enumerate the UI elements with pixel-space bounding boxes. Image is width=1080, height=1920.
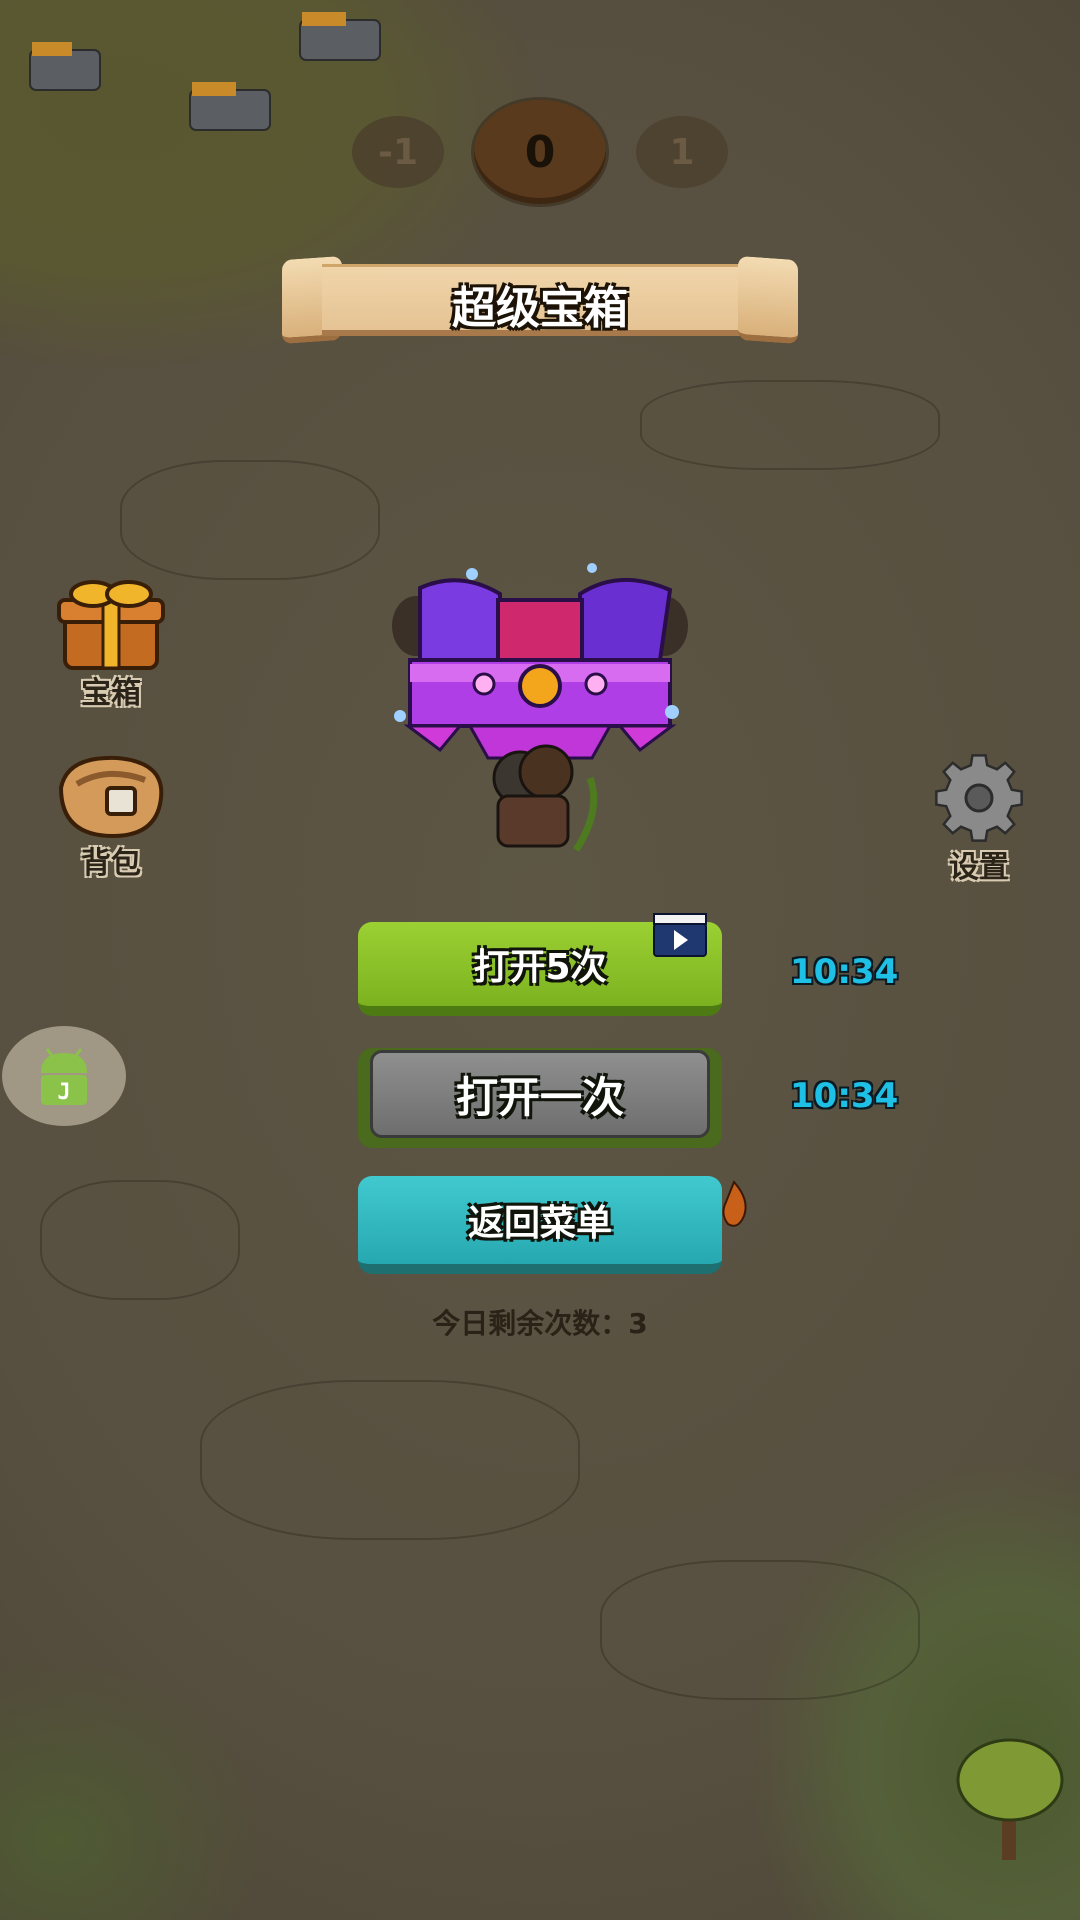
title-banner: 超级宝箱: [282, 255, 798, 345]
ground-crack: [600, 1560, 920, 1700]
fire-decoration: [722, 1180, 747, 1227]
gift-box-icon: [57, 580, 165, 670]
settings-label: 设置: [949, 850, 1009, 885]
video-ad-icon: [653, 913, 707, 957]
treasure-chest-icon: [392, 563, 688, 852]
banner-title: 超级宝箱: [452, 283, 628, 334]
village-decoration: [29, 12, 381, 131]
bag-menu-button[interactable]: 背包: [44, 748, 178, 882]
svg-text:J: J: [57, 1080, 70, 1105]
ground-crack: [200, 1380, 580, 1540]
level-next-button[interactable]: 1: [636, 116, 728, 188]
back-to-menu-label: 返回菜单: [467, 1203, 612, 1244]
back-to-menu-button[interactable]: 返回菜单: [358, 1176, 722, 1274]
level-current-label: 0: [524, 126, 556, 178]
bag-menu-label: 背包: [81, 846, 141, 881]
open-five-timer: 10:34: [790, 952, 899, 992]
chest-menu-label: 宝箱: [81, 676, 141, 711]
open-five-label: 打开5次: [473, 947, 607, 988]
gear-icon: [935, 754, 1023, 842]
level-current-indicator: 0: [474, 100, 606, 204]
chest-menu-button[interactable]: 宝箱: [44, 574, 178, 712]
ground-crack: [120, 460, 380, 580]
tree-decoration: [956, 1738, 1064, 1860]
remaining-attempts-text: 今日剩余次数：3: [432, 1307, 648, 1340]
floating-debug-button[interactable]: J: [2, 1026, 126, 1126]
level-prev-label: -1: [378, 131, 418, 173]
backpack-icon: [58, 755, 164, 839]
open-once-label: 打开一次: [455, 1072, 624, 1122]
level-prev-button[interactable]: -1: [352, 116, 444, 188]
ground-crack: [640, 380, 940, 470]
settings-button[interactable]: 设置: [912, 748, 1046, 886]
open-once-timer: 10:34: [790, 1076, 899, 1116]
level-next-label: 1: [669, 131, 695, 173]
ground-crack: [40, 1180, 240, 1300]
android-icon: J: [41, 1048, 87, 1105]
open-once-button[interactable]: 打开一次: [370, 1050, 710, 1138]
